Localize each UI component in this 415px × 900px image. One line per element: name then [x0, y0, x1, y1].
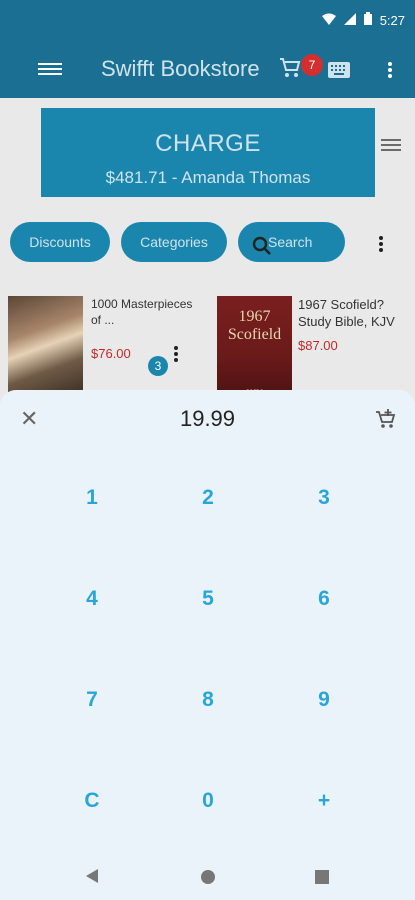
- product-price: $76.00: [91, 346, 131, 361]
- key-plus[interactable]: +: [284, 771, 364, 831]
- list-view-icon[interactable]: [381, 136, 401, 154]
- key-5[interactable]: 5: [168, 569, 248, 629]
- product-price: $87.00: [298, 338, 338, 353]
- product-card[interactable]: 1967 Scofield KJV 1967 Scofield? Study B…: [217, 296, 413, 398]
- add-to-cart-icon[interactable]: [375, 408, 397, 435]
- cart-count-badge: 7: [301, 54, 323, 76]
- product-qty-badge: 3: [148, 356, 168, 376]
- key-8[interactable]: 8: [168, 670, 248, 730]
- search-icon: [252, 231, 272, 271]
- amount-display: 19.99: [179, 406, 236, 431]
- wifi-icon: [321, 13, 336, 28]
- charge-button[interactable]: CHARGE $481.71 - Amanda Thomas: [41, 108, 375, 197]
- charge-label: CHARGE: [155, 130, 261, 157]
- back-icon[interactable]: [86, 869, 98, 883]
- key-9[interactable]: 9: [284, 670, 364, 730]
- home-icon[interactable]: [201, 870, 215, 884]
- key-1[interactable]: 1: [52, 468, 132, 528]
- toolbar-more-icon[interactable]: [377, 234, 385, 254]
- keypad-sheet: ✕ 19.99 1 2 3 4 5 6 7 8 9 C 0 +: [0, 390, 415, 900]
- key-clear[interactable]: C: [52, 771, 132, 831]
- key-4[interactable]: 4: [52, 569, 132, 629]
- more-vert-icon[interactable]: [386, 60, 394, 80]
- battery-icon: [363, 12, 372, 28]
- system-nav-bar: [0, 850, 415, 900]
- app-title: Swifft Bookstore: [101, 56, 260, 81]
- status-bar: 5:27: [0, 0, 415, 40]
- app-bar: Swifft Bookstore 7: [0, 40, 415, 98]
- search-button[interactable]: Search: [238, 222, 345, 262]
- charge-summary: $481.71 - Amanda Thomas: [105, 168, 311, 187]
- product-title: 1967 Scofield? Study Bible, KJV: [298, 297, 395, 329]
- key-6[interactable]: 6: [284, 569, 364, 629]
- search-label: Search: [268, 234, 313, 250]
- cover-title: 1967 Scofield: [227, 308, 282, 343]
- product-more-icon[interactable]: [172, 344, 180, 364]
- product-cover-image: [8, 296, 83, 396]
- menu-icon[interactable]: [38, 60, 62, 80]
- key-0[interactable]: 0: [168, 771, 248, 831]
- product-card[interactable]: 1000 Masterpieces of ... $76.00 3: [8, 296, 203, 396]
- product-title: 1000 Masterpieces of ...: [91, 297, 193, 327]
- keyboard-icon[interactable]: [328, 62, 350, 83]
- status-time: 5:27: [379, 12, 405, 28]
- discounts-button[interactable]: Discounts: [10, 222, 110, 262]
- recents-icon[interactable]: [315, 870, 329, 884]
- product-cover-image: 1967 Scofield KJV: [217, 296, 292, 398]
- signal-icon: [343, 12, 356, 28]
- categories-button[interactable]: Categories: [121, 222, 227, 262]
- key-7[interactable]: 7: [52, 670, 132, 730]
- main-content: CHARGE $481.71 - Amanda Thomas Discounts…: [0, 98, 415, 398]
- key-3[interactable]: 3: [284, 468, 364, 528]
- key-2[interactable]: 2: [168, 468, 248, 528]
